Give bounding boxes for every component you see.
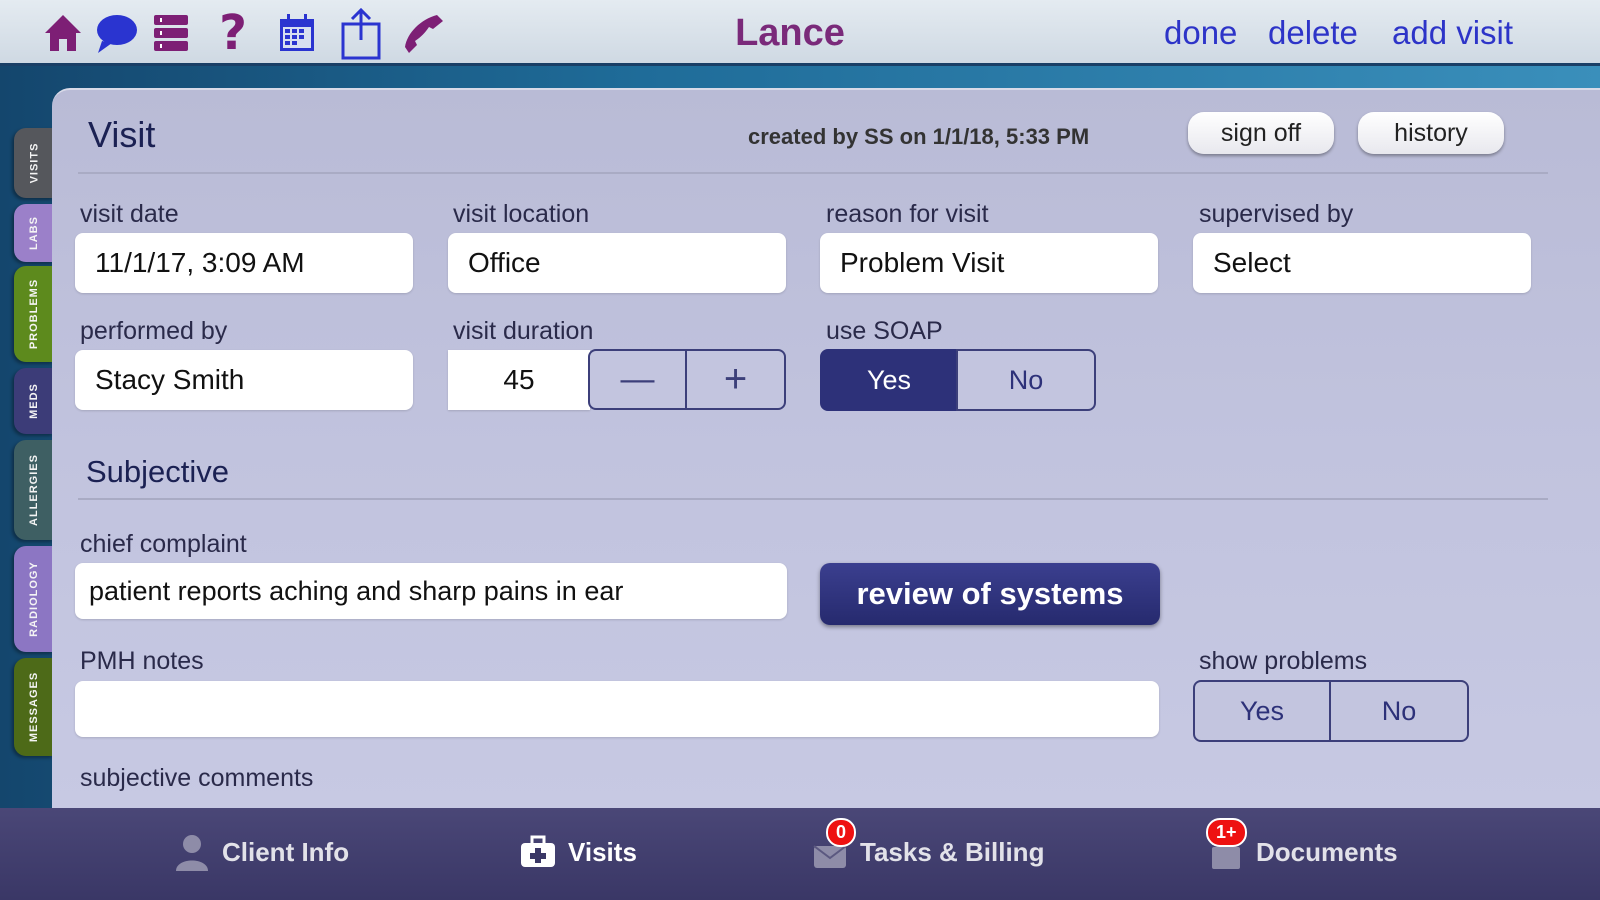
side-tab-radiology[interactable]: RADIOLOGY: [14, 546, 54, 652]
visit-location-label: visit location: [453, 200, 590, 228]
review-of-systems-button[interactable]: review of systems: [820, 563, 1160, 625]
duration-plus-button[interactable]: +: [685, 349, 786, 410]
side-tab-allergies[interactable]: ALLERGIES: [14, 440, 54, 540]
done-link[interactable]: done: [1164, 14, 1237, 52]
duration-field[interactable]: 45: [448, 350, 590, 410]
person-icon: [172, 832, 212, 872]
show-problems-label: show problems: [1199, 647, 1368, 675]
tasks-badge: 0: [826, 818, 857, 847]
sign-off-button[interactable]: sign off: [1188, 112, 1334, 154]
history-button[interactable]: history: [1358, 112, 1504, 154]
delete-link[interactable]: delete: [1268, 14, 1358, 52]
side-tab-problems[interactable]: PROBLEMS: [14, 266, 54, 362]
visit-date-label: visit date: [80, 200, 179, 228]
medical-bag-icon: [518, 832, 558, 872]
supervised-by-label: supervised by: [1199, 200, 1354, 228]
reason-field[interactable]: Problem Visit: [820, 233, 1158, 293]
visit-date-field[interactable]: 11/1/17, 3:09 AM: [75, 233, 413, 293]
add-visit-link[interactable]: add visit: [1392, 14, 1513, 52]
use-soap-yes-button[interactable]: Yes: [820, 349, 958, 411]
pmh-notes-field[interactable]: [75, 681, 1159, 737]
use-soap-no-button[interactable]: No: [956, 349, 1096, 411]
nav-label: Documents: [1256, 836, 1398, 867]
nav-documents[interactable]: Documents 1+: [1206, 818, 1398, 872]
bottom-nav: Client Info Visits Tasks & Billing 0 Doc…: [0, 808, 1600, 900]
side-tab-labs[interactable]: LABS: [14, 204, 54, 262]
performed-by-label: performed by: [80, 317, 228, 345]
show-problems-yes-button[interactable]: Yes: [1193, 680, 1331, 742]
side-tab-label: LABS: [27, 216, 40, 250]
nav-label: Visits: [568, 836, 637, 867]
nav-label: Tasks & Billing: [860, 836, 1045, 867]
chief-complaint-label: chief complaint: [80, 530, 247, 558]
use-soap-label: use SOAP: [826, 317, 943, 345]
supervised-by-select[interactable]: Select: [1193, 233, 1531, 293]
nav-client-info[interactable]: Client Info: [172, 832, 349, 872]
performed-by-field[interactable]: Stacy Smith: [75, 350, 413, 410]
subjective-comments-label: subjective comments: [80, 764, 314, 792]
pmh-notes-label: PMH notes: [80, 647, 204, 675]
side-tab-label: RADIOLOGY: [28, 561, 40, 637]
top-bar: ? Lance done delete add visit: [0, 0, 1600, 66]
divider: [78, 172, 1548, 174]
visit-title: Visit: [88, 114, 156, 155]
duration-label: visit duration: [453, 317, 594, 345]
nav-label: Client Info: [222, 836, 350, 867]
duration-minus-button[interactable]: —: [588, 349, 687, 410]
side-tab-label: MESSAGES: [28, 671, 41, 743]
documents-badge: 1+: [1206, 818, 1247, 847]
nav-tasks-billing[interactable]: Tasks & Billing 0: [810, 818, 1045, 872]
side-tab-meds[interactable]: MEDS: [14, 368, 54, 434]
show-problems-no-button[interactable]: No: [1329, 680, 1469, 742]
side-tab-label: ALLERGIES: [28, 454, 41, 526]
side-tab-messages[interactable]: MESSAGES: [14, 658, 54, 756]
created-info: created by SS on 1/1/18, 5:33 PM: [748, 124, 1090, 149]
side-tab-label: MEDS: [28, 383, 40, 419]
divider: [78, 498, 1548, 500]
reason-label: reason for visit: [826, 200, 989, 228]
visit-location-field[interactable]: Office: [448, 233, 786, 293]
subjective-heading: Subjective: [86, 454, 230, 489]
nav-visits[interactable]: Visits: [518, 832, 637, 872]
chief-complaint-field[interactable]: patient reports aching and sharp pains i…: [75, 563, 787, 619]
side-tab-label: VISITS: [28, 142, 40, 184]
side-tab-label: PROBLEMS: [28, 278, 40, 350]
side-tab-visits[interactable]: VISITS: [14, 128, 54, 198]
